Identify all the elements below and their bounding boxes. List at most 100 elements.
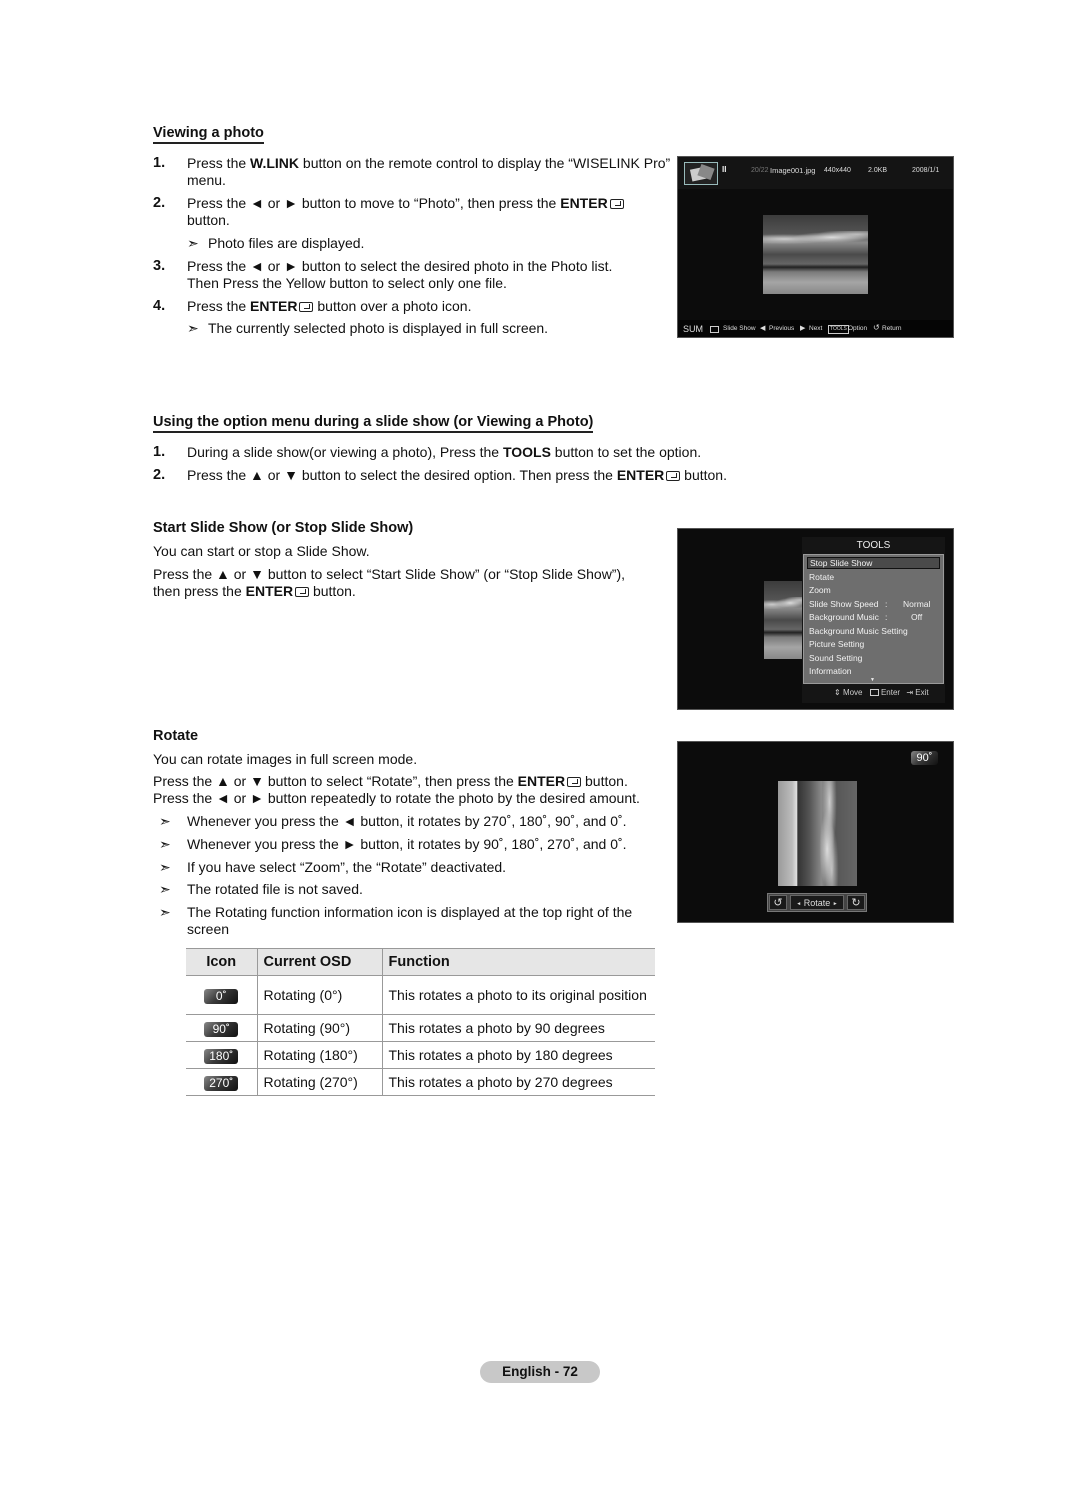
file-name: Image001.jpg bbox=[770, 166, 816, 175]
header-function: Function bbox=[381, 948, 655, 976]
rotated-photo-image bbox=[778, 781, 857, 886]
enter-icon bbox=[869, 689, 879, 696]
tools-menu-title: TOOLS bbox=[856, 540, 891, 551]
table-row: 90˚ Rotating (90°) This rotates a photo … bbox=[186, 1014, 655, 1042]
file-counter: 20/22 bbox=[751, 167, 769, 174]
scroll-down-icon[interactable]: ▼ bbox=[870, 677, 875, 683]
osd-cell: Rotating (90°) bbox=[256, 1014, 382, 1042]
return-icon: ↺ bbox=[873, 323, 880, 332]
osd-cell: Rotating (0°) bbox=[256, 975, 382, 1015]
header-current-osd: Current OSD bbox=[256, 948, 382, 976]
previous-hint: Previous bbox=[769, 325, 795, 332]
enter-icon bbox=[567, 777, 582, 787]
photo-image bbox=[763, 215, 868, 294]
tools-item-zoom[interactable]: Zoom bbox=[809, 585, 831, 595]
slideshow-description: You can start or stop a Slide Show. bbox=[153, 543, 370, 559]
rotate-note-right: ➣ Whenever you press the ► button, it ro… bbox=[159, 836, 627, 852]
tools-menu-footer: ⇕ Move Enter ⇥ Exit bbox=[834, 688, 929, 697]
rotation-180-icon: 180˚ bbox=[204, 1048, 239, 1064]
rotate-label: Rotate bbox=[803, 898, 831, 908]
tools-key-icon: TOOLS bbox=[828, 325, 849, 334]
rotation-0-icon: 0˚ bbox=[204, 988, 239, 1004]
exit-hint: Exit bbox=[915, 688, 929, 697]
enter-icon bbox=[299, 302, 314, 312]
left-arrow-icon: ◄ bbox=[796, 901, 802, 907]
note-photo-files: ➣ Photo files are displayed. bbox=[187, 235, 365, 251]
arrow-bullet-icon: ➣ bbox=[159, 813, 171, 829]
rotation-table: Icon Current OSD Function 0˚ Rotating (0… bbox=[186, 948, 655, 1096]
return-hint: Return bbox=[882, 325, 902, 332]
tools-item-information[interactable]: Information bbox=[809, 666, 852, 676]
osd-cell: Rotating (180°) bbox=[256, 1041, 382, 1069]
note-full-screen: ➣ The currently selected photo is displa… bbox=[187, 320, 549, 336]
rotate-heading: Rotate bbox=[153, 728, 199, 744]
right-arrow-icon: ▶ bbox=[800, 325, 806, 332]
tools-menu-list: Stop Slide Show Rotate Zoom Slide Show S… bbox=[803, 554, 944, 684]
header-icon: Icon bbox=[186, 948, 257, 976]
tools-item-background-music-setting[interactable]: Background Music Setting bbox=[809, 626, 908, 636]
rotate-instructions-1: Press the ▲ or ▼ button to select “Rotat… bbox=[153, 773, 628, 789]
rotation-badge: 90˚ bbox=[911, 751, 938, 765]
viewer-bottom-bar: SUM Slide Show ◀ Previous ▶ Next TOOLS O… bbox=[678, 320, 953, 337]
rotate-selector[interactable]: ◄ Rotate ► bbox=[790, 895, 844, 910]
up-down-icon: ⇕ bbox=[834, 688, 841, 697]
rotate-left-button[interactable]: ↺ bbox=[769, 895, 787, 910]
tools-item-stop-slide-show[interactable]: Stop Slide Show bbox=[807, 557, 940, 569]
rotate-note-info-icon: ➣ The Rotating function information icon… bbox=[159, 904, 633, 937]
enter-icon bbox=[710, 326, 719, 333]
enter-hint: Enter bbox=[880, 688, 901, 697]
rotate-note-not-saved: ➣ The rotated file is not saved. bbox=[159, 881, 363, 897]
table-row: 270˚ Rotating (270°) This rotates a phot… bbox=[186, 1068, 655, 1096]
rotate-right-button[interactable]: ↻ bbox=[847, 895, 865, 910]
tools-item-sound-setting[interactable]: Sound Setting bbox=[809, 653, 862, 663]
section-heading-option-menu: Using the option menu during a slide sho… bbox=[153, 413, 594, 433]
move-hint: Move bbox=[842, 688, 863, 697]
photo-mode-icon bbox=[684, 162, 718, 185]
step-3: 3. Press the ◄ or ► button to select the… bbox=[153, 258, 613, 291]
arrow-bullet-icon: ➣ bbox=[159, 881, 171, 897]
tools-menu-screenshot: TOOLS Stop Slide Show Rotate Zoom Slide … bbox=[677, 528, 954, 710]
rotate-note-zoom: ➣ If you have select “Zoom”, the “Rotate… bbox=[159, 859, 507, 875]
enter-icon bbox=[666, 471, 681, 481]
right-arrow-icon: ► bbox=[832, 901, 838, 907]
rotate-control-bar: ↺ ◄ Rotate ► ↻ bbox=[767, 893, 867, 912]
arrow-bullet-icon: ➣ bbox=[187, 235, 199, 251]
rotation-90-icon: 90˚ bbox=[204, 1021, 239, 1037]
option-step-2: 2. Press the ▲ or ▼ button to select the… bbox=[153, 467, 727, 483]
left-arrow-icon: ◀ bbox=[760, 325, 766, 332]
table-header-row: Icon Current OSD Function bbox=[186, 948, 655, 976]
file-resolution: 440x440 bbox=[824, 167, 851, 174]
function-cell: This rotates a photo by 270 degrees bbox=[381, 1068, 655, 1096]
rotate-screenshot: 90˚ ↺ ◄ Rotate ► ↻ bbox=[677, 741, 954, 923]
slideshow-hint: Slide Show bbox=[723, 325, 756, 332]
option-hint: Option bbox=[848, 325, 868, 332]
file-date: 2008/1/1 bbox=[912, 167, 940, 174]
function-cell: This rotates a photo by 90 degrees bbox=[381, 1014, 655, 1042]
enter-icon bbox=[295, 587, 310, 597]
tools-item-rotate[interactable]: Rotate bbox=[809, 572, 834, 582]
page-number: English - 72 bbox=[480, 1361, 600, 1383]
arrow-bullet-icon: ➣ bbox=[159, 836, 171, 852]
rotation-270-icon: 270˚ bbox=[204, 1075, 239, 1091]
tools-item-slide-show-speed[interactable]: Slide Show Speed : Normal bbox=[809, 599, 937, 609]
function-cell: This rotates a photo to its original pos… bbox=[381, 975, 655, 1015]
tools-item-picture-setting[interactable]: Picture Setting bbox=[809, 639, 864, 649]
tools-item-background-music[interactable]: Background Music : Off bbox=[809, 612, 937, 622]
pause-icon: II bbox=[722, 165, 727, 174]
sum-label: SUM bbox=[683, 324, 703, 334]
arrow-bullet-icon: ➣ bbox=[159, 904, 171, 920]
function-cell: This rotates a photo by 180 degrees bbox=[381, 1041, 655, 1069]
tools-menu: TOOLS Stop Slide Show Rotate Zoom Slide … bbox=[802, 537, 945, 703]
rotate-note-left: ➣ Whenever you press the ◄ button, it ro… bbox=[159, 813, 627, 829]
photo-viewer-screenshot: II 20/22 Image001.jpg 440x440 2.0KB 2008… bbox=[677, 156, 954, 338]
table-row: 180˚ Rotating (180°) This rotates a phot… bbox=[186, 1041, 655, 1069]
enter-icon bbox=[609, 199, 624, 209]
slideshow-heading: Start Slide Show (or Stop Slide Show) bbox=[153, 520, 414, 536]
photo-image bbox=[764, 581, 804, 659]
option-step-1: 1. During a slide show(or viewing a phot… bbox=[153, 444, 702, 460]
step-1: 1. Press the W.LINK button on the remote… bbox=[153, 155, 671, 188]
next-hint: Next bbox=[809, 325, 823, 332]
step-4: 4. Press the ENTER button over a photo i… bbox=[153, 298, 472, 314]
table-row: 0˚ Rotating (0°) This rotates a photo to… bbox=[186, 975, 655, 1015]
exit-icon: ⇥ bbox=[906, 688, 914, 697]
